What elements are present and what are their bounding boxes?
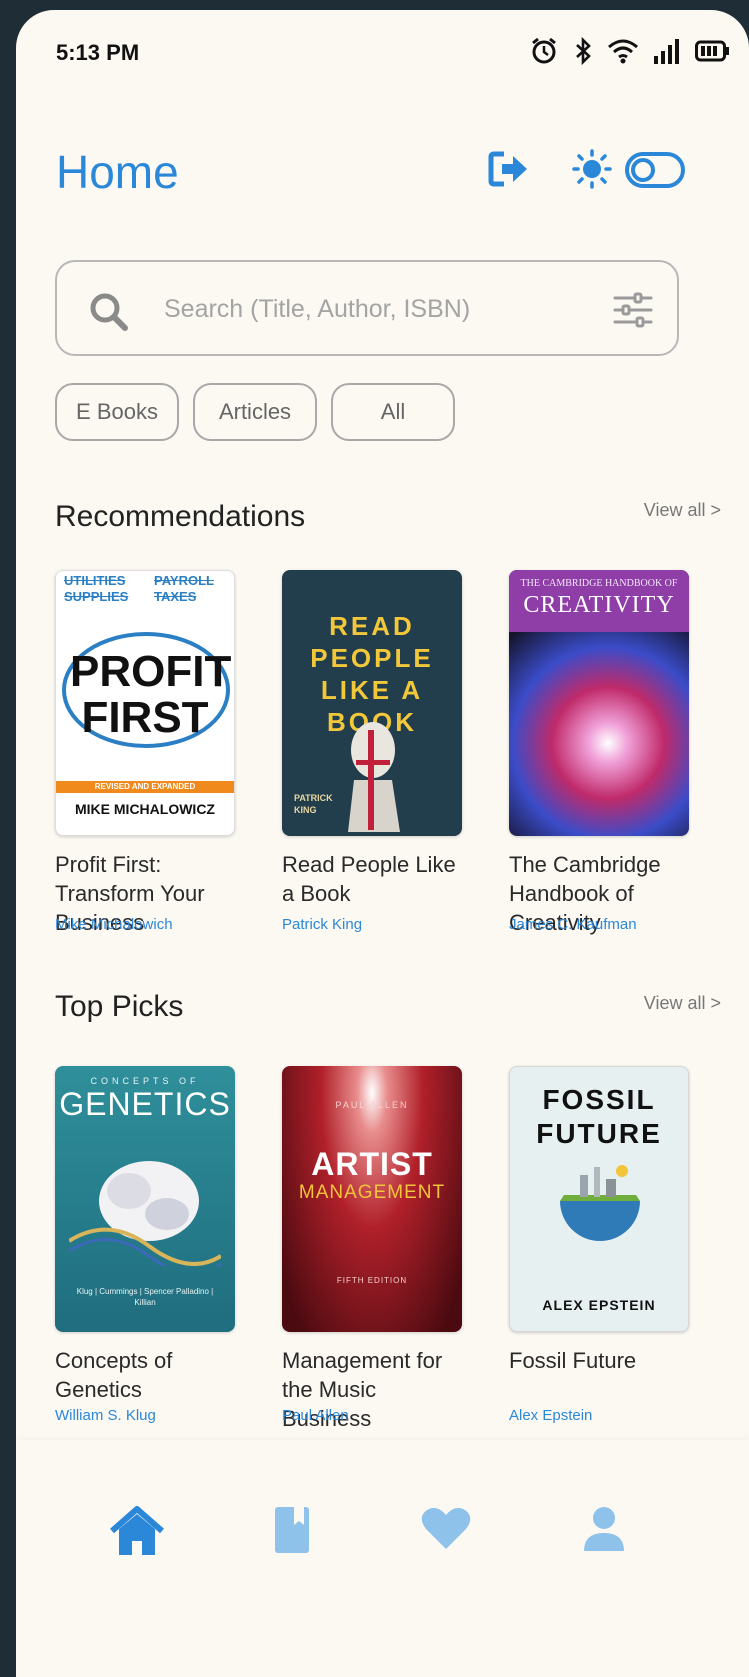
book-cover: PAUL ALLEN ARTIST MANAGEMENT FIFTH EDITI… <box>282 1066 462 1332</box>
status-icons <box>529 36 729 66</box>
book-card[interactable]: UTILITIES SUPPLIES PAYROLL TAXES PROFIT … <box>55 570 235 937</box>
wifi-icon <box>608 39 638 64</box>
book-author[interactable]: William S. Klug <box>55 1407 156 1424</box>
cover-author: ALEX EPSTEIN <box>542 1297 656 1313</box>
book-card[interactable]: THE CAMBRIDGE HANDBOOK OF CREATIVITY The… <box>509 570 689 937</box>
cover-earth-image <box>560 1165 640 1241</box>
cover-author: PATRICK KING <box>294 793 333 815</box>
cover-title: READ PEOPLE LIKE A BOOK <box>310 611 434 737</box>
page-title: Home <box>56 146 179 198</box>
cover-subtitle: MANAGEMENT <box>298 1182 446 1203</box>
logout-icon[interactable] <box>488 150 530 188</box>
alarm-icon <box>532 37 556 64</box>
filter-icon[interactable] <box>613 292 653 328</box>
book-title: Read People Like a Book <box>282 852 456 906</box>
cover-band-text: REVISED AND EXPANDED <box>94 782 196 791</box>
cover-label-left: UTILITIES SUPPLIES <box>64 573 129 604</box>
chip-ebooks[interactable]: E Books <box>55 383 179 441</box>
cover-title: PROFIT FIRST <box>70 647 232 742</box>
book-title: Fossil Future <box>509 1348 637 1373</box>
book-title: Concepts of Genetics <box>55 1348 173 1402</box>
cover-edition: FIFTH EDITION <box>336 1276 408 1285</box>
cover-title: ARTIST <box>311 1146 433 1182</box>
heart-icon[interactable] <box>421 1505 471 1551</box>
bluetooth-icon <box>576 36 591 66</box>
view-all-recommendations[interactable]: View all > <box>644 500 721 521</box>
book-card[interactable]: READ PEOPLE LIKE A BOOK PATRICK KING Rea… <box>282 570 462 908</box>
chip-articles[interactable]: Articles <box>193 383 317 441</box>
book-author[interactable]: Alex Epstein <box>509 1407 592 1424</box>
book-author[interactable]: Mike Michalowich <box>55 916 173 933</box>
battery-icon <box>695 40 729 62</box>
cover-title: CREATIVITY <box>523 592 675 618</box>
book-cover: CONCEPTS OF GENETICS Klug | Cummings | S… <box>55 1066 235 1332</box>
status-time: 5:13 PM <box>56 40 140 65</box>
phone-screen: 5:13 PM Home Search (Title, Author, ISBN… <box>16 10 749 1677</box>
cover-subtitle: CONCEPTS OF <box>90 1076 200 1086</box>
cover-protein-image <box>69 1161 221 1266</box>
book-cover: UTILITIES SUPPLIES PAYROLL TAXES PROFIT … <box>55 570 235 836</box>
cover-title: FOSSIL FUTURE <box>536 1084 662 1149</box>
cover-subtitle: THE CAMBRIDGE HANDBOOK OF <box>520 578 678 589</box>
cover-title: GENETICS <box>59 1086 231 1122</box>
search-bar <box>55 260 679 356</box>
book-card[interactable]: PAUL ALLEN ARTIST MANAGEMENT FIFTH EDITI… <box>282 1066 462 1433</box>
search-input[interactable] <box>162 284 586 334</box>
cover-author: MIKE MICHALOWICZ <box>75 801 215 817</box>
search-icon <box>90 293 128 331</box>
theme-toggle[interactable] <box>625 152 685 188</box>
signal-icon <box>654 39 679 64</box>
filter-chips: E Books Articles All <box>55 383 455 441</box>
book-cover: FOSSIL FUTURE ALEX EPSTEIN <box>509 1066 689 1332</box>
book-card[interactable]: FOSSIL FUTURE ALEX EPSTEIN Fossil Future <box>509 1066 689 1375</box>
book-cover: READ PEOPLE LIKE A BOOK PATRICK KING <box>282 570 462 836</box>
book-author[interactable]: James C. Kaufman <box>509 916 637 933</box>
book-cover: THE CAMBRIDGE HANDBOOK OF CREATIVITY <box>509 570 689 836</box>
cover-authors: Klug | Cummings | Spencer Palladino | Ki… <box>76 1287 214 1307</box>
view-all-top-picks[interactable]: View all > <box>644 993 721 1014</box>
book-author[interactable]: Paul Allen <box>282 1407 349 1424</box>
cover-author: PAUL ALLEN <box>335 1100 409 1110</box>
chip-all[interactable]: All <box>331 383 455 441</box>
section-title-recommendations: Recommendations <box>55 500 306 533</box>
bottom-nav <box>16 1440 749 1677</box>
book-author[interactable]: Patrick King <box>282 916 362 933</box>
book-card[interactable]: CONCEPTS OF GENETICS Klug | Cummings | S… <box>55 1066 235 1404</box>
profile-icon[interactable] <box>582 1505 626 1553</box>
sun-icon[interactable] <box>571 148 613 190</box>
book-icon[interactable] <box>272 1505 312 1555</box>
home-icon[interactable] <box>108 1505 166 1557</box>
section-title-top-picks: Top Picks <box>55 990 184 1023</box>
cover-label-right: PAYROLL TAXES <box>154 573 214 604</box>
